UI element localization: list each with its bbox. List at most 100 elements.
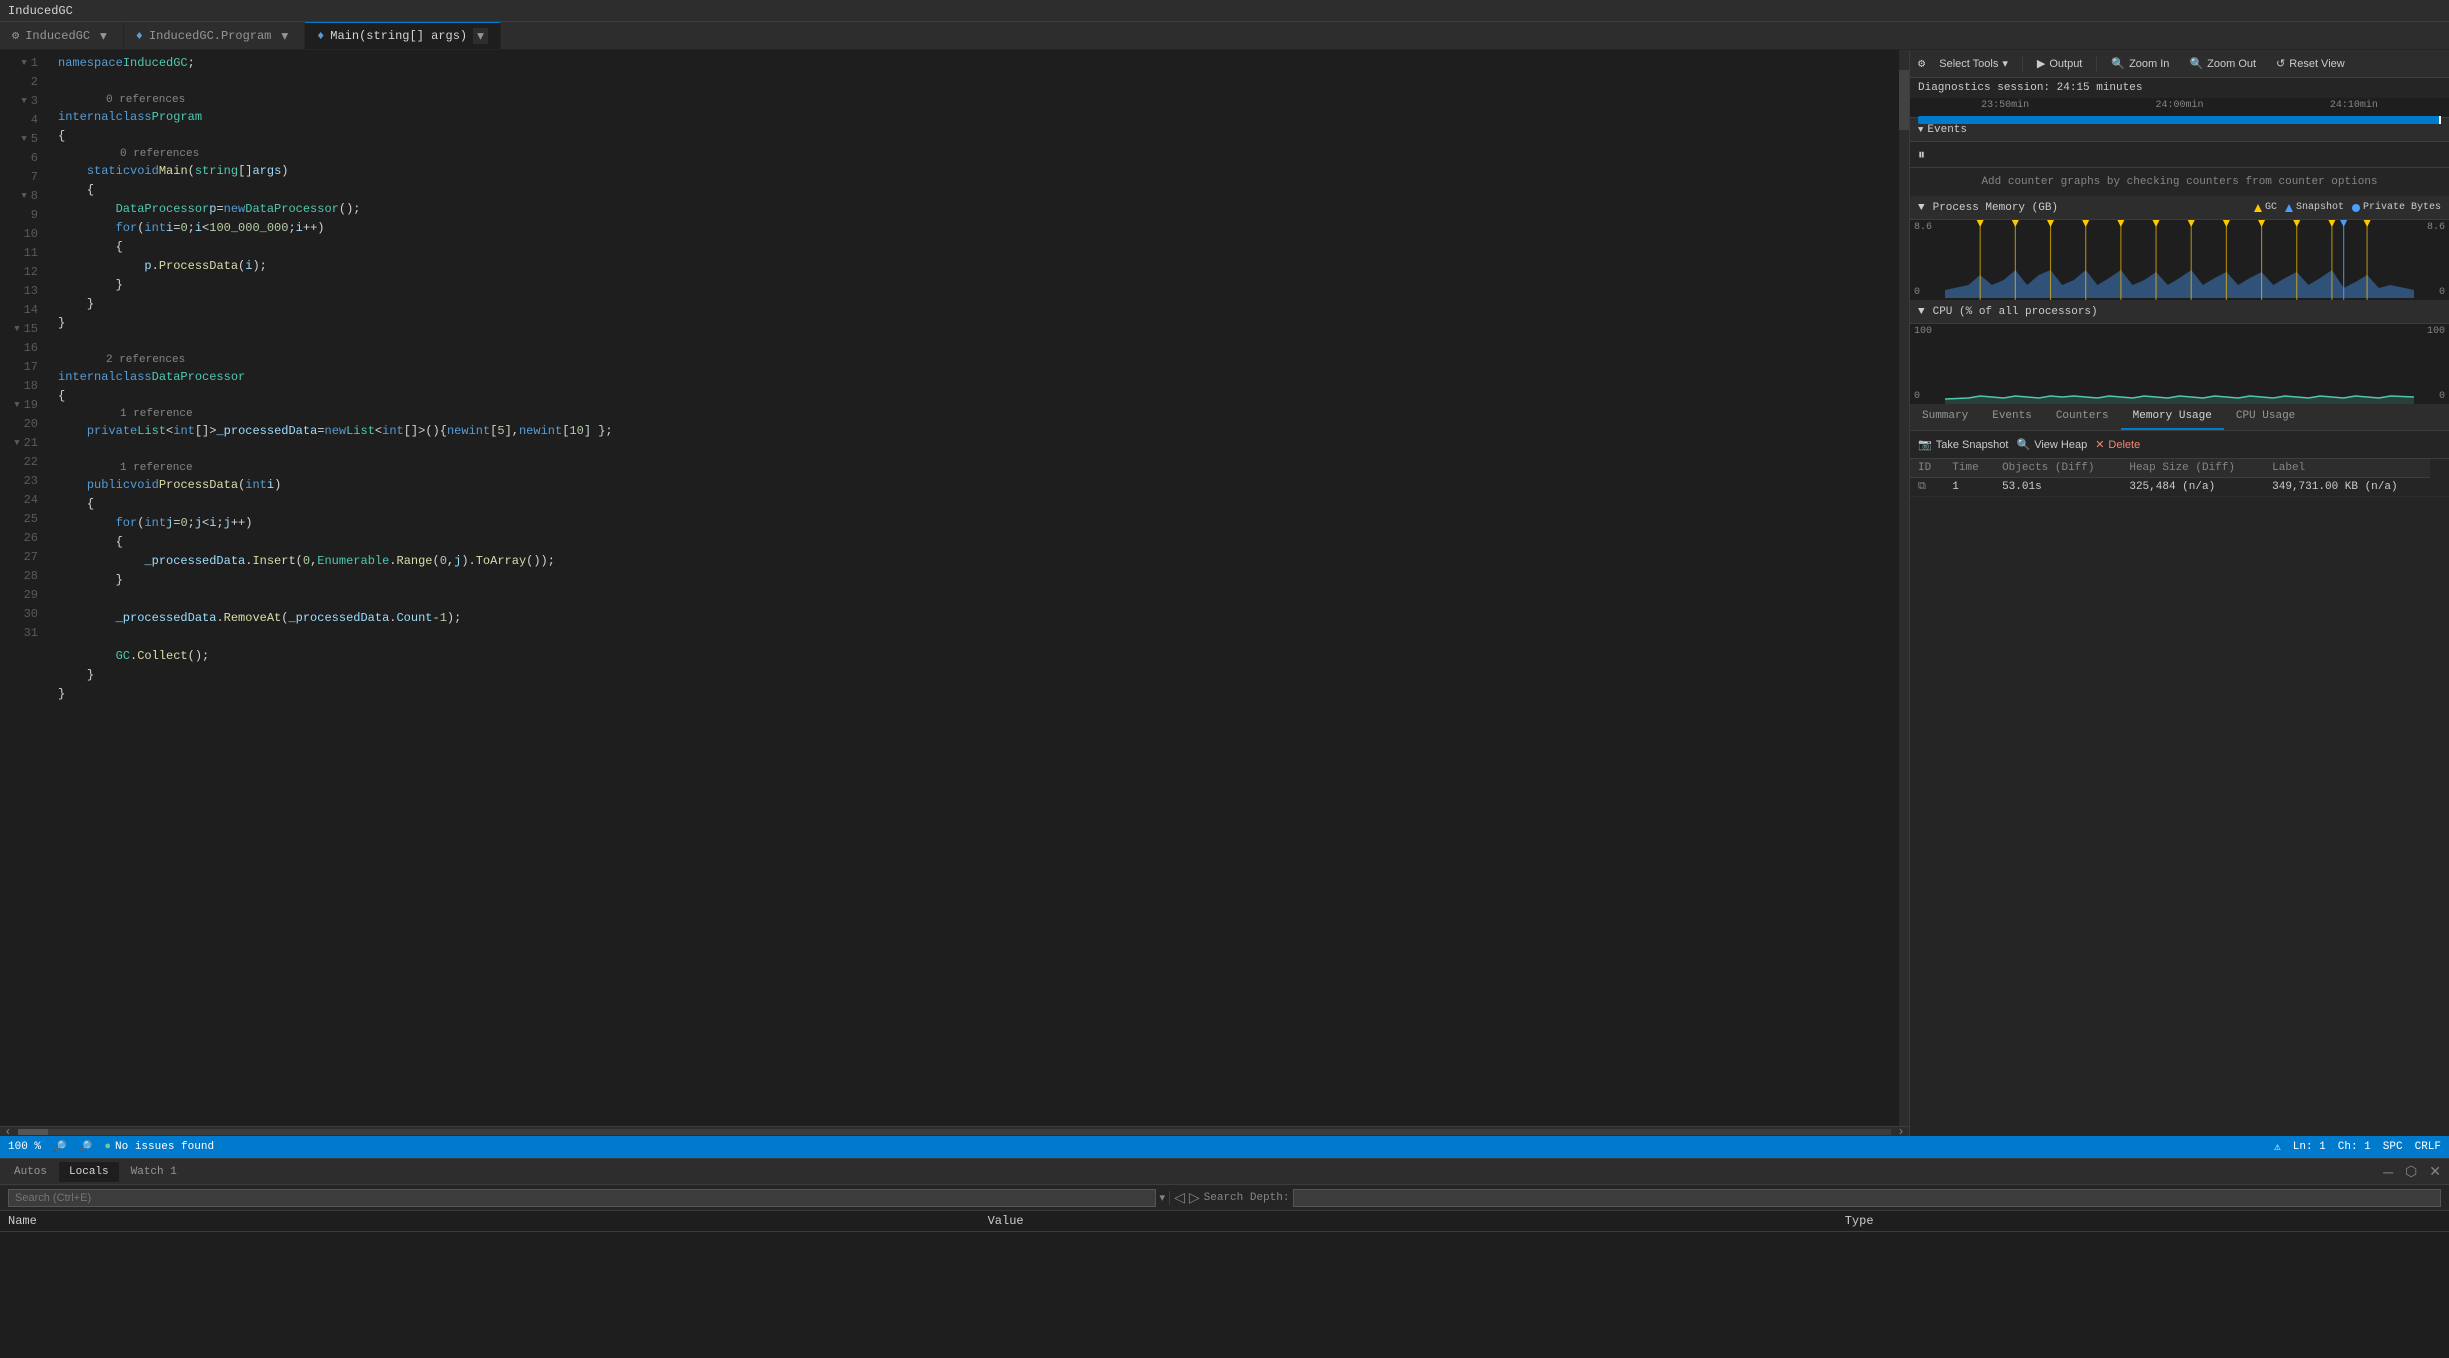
tab-autos[interactable]: Autos [4,1162,57,1182]
zoomout-icon: 🔍 [2189,57,2203,70]
depth-input[interactable] [1293,1189,2441,1207]
diag-session: Diagnostics session: 24:15 minutes [1910,78,2449,98]
view-heap-button[interactable]: 🔍 View Heap [2016,438,2087,451]
gear-icon: ⚙ [1918,56,1925,71]
hscroll-track[interactable] [18,1129,1891,1135]
timeline-cursor [2439,116,2441,124]
pause-button[interactable]: ⏸ [1918,146,1925,163]
gc-triangle-icon [2254,204,2262,212]
tab-watch-1[interactable]: Watch 1 [121,1162,187,1182]
scroll-right-btn[interactable]: › [1893,1125,1909,1137]
tab-memory-usage[interactable]: Memory Usage [2121,404,2224,430]
bp-minimize-button[interactable]: ─ [2379,1163,2397,1180]
bp-float-button[interactable]: ⬡ [2401,1163,2421,1180]
memory-y-labels-right: 8.6 0 [2414,220,2449,300]
zoom-in-button[interactable]: 🔍 Zoom In [2105,55,2175,72]
cpu-header: ▼ CPU (% of all processors) [1910,300,2449,324]
diag-timeline[interactable]: 23:50min 24:00min 24:10min [1910,98,2449,118]
take-snapshot-button[interactable]: 📷 Take Snapshot [1918,438,2008,451]
tab-cpu-usage[interactable]: CPU Usage [2224,404,2307,430]
search-input[interactable] [8,1189,1156,1207]
reset-icon: ↺ [2276,57,2285,70]
code-content: ▼1 2 ▼3 4 ▼5 6 7 ▼8 9 10 11 12 13 14 ▼15… [0,50,1909,1126]
code-line-18 [50,441,1899,460]
code-line-21: for (int j = 0; j < i; j++) [50,514,1899,533]
output-button[interactable]: ▶ Output [2031,55,2089,72]
code-line-11: } [50,276,1899,295]
bottom-panel: Autos Locals Watch 1 ─ ⬡ ✕ ▾ ◁ ▷ Search … [0,1158,2449,1358]
tab-bar: ⚙ InducedGC ▾ ♦ InducedGC.Program ▾ ♦ Ma… [0,22,2449,50]
editor-scrollbar[interactable] [1899,50,1909,1126]
code-line-ref-19: 1 reference [50,460,1899,476]
status-bar-sep-2: 🔎 [79,1140,93,1154]
hscroll-thumb[interactable] [18,1129,48,1135]
tab-icon-2: ♦ [136,29,143,43]
timeline-bar[interactable] [1918,116,2441,124]
cpu-chart[interactable]: 100 0 100 0 [1910,324,2449,404]
process-memory-section: ▼ Process Memory (GB) GC Snapshot [1910,196,2449,300]
code-line-5: static void Main(string[] args) [50,162,1899,181]
code-line-16: { [50,387,1899,406]
tab-inducedgc[interactable]: ⚙ InducedGC ▾ [0,22,124,49]
tab-summary[interactable]: Summary [1910,404,1980,430]
select-tools-button[interactable]: Select Tools ▾ [1933,55,2014,72]
snapshot-triangle-icon [2285,204,2293,212]
process-memory-header: ▼ Process Memory (GB) GC Snapshot [1910,196,2449,220]
search-options-button[interactable]: ▾ [1160,1191,1166,1204]
locals-table[interactable]: Name Value Type [0,1211,2449,1358]
code-lines[interactable]: namespace InducedGC; 0 references intern… [50,50,1899,1126]
line-col-status: Ln: 1 [2293,1140,2326,1154]
chart-legend: GC Snapshot Private Bytes [2254,202,2441,213]
nav-forward-button[interactable]: ▷ [1189,1189,1200,1206]
tab-events[interactable]: Events [1980,404,2044,430]
tab-counters[interactable]: Counters [2044,404,2121,430]
diagnostics-panel: ⚙ Select Tools ▾ ▶ Output 🔍 Zoom In 🔍 Zo… [1909,50,2449,1136]
code-line-20: { [50,495,1899,514]
tab-dropdown-1[interactable]: ▾ [96,28,111,44]
code-line-19: public void ProcessData(int i) [50,476,1899,495]
nav-back-button[interactable]: ◁ [1174,1189,1185,1206]
locals-header-row: Name Value Type [0,1211,2449,1232]
code-line-8: for (int i = 0; i < 100_000_000; i++) [50,219,1899,238]
code-line-4: { [50,127,1899,146]
cell-id: 1 [1944,478,1994,497]
process-memory-chart[interactable]: 8.6 0 [1910,220,2449,300]
memory-chart-canvas [1945,220,2414,300]
scrollbar-thumb[interactable] [1899,70,1909,130]
col-header-time: Time [1944,459,1994,478]
editor-hscrollbar[interactable]: ‹ › [0,1126,1909,1136]
tab-dropdown-2[interactable]: ▾ [277,28,292,44]
private-bytes-dot-icon [2352,204,2360,212]
tab-dropdown-3[interactable]: ▾ [473,28,488,44]
bottom-content: ▾ ◁ ▷ Search Depth: Name Value Type [0,1185,2449,1358]
cpu-y-labels-right: 100 0 [2414,324,2449,404]
table-header-row: ID Time Objects (Diff) Heap Size (Diff) … [1910,459,2449,478]
bottom-panel-tabs: Autos Locals Watch 1 ─ ⬡ ✕ [0,1159,2449,1185]
tab-program[interactable]: ♦ InducedGC.Program ▾ [124,22,305,49]
tab-locals[interactable]: Locals [59,1162,119,1182]
diag-toolbar: ⚙ Select Tools ▾ ▶ Output 🔍 Zoom In 🔍 Zo… [1910,50,2449,78]
events-section: ▼ Events ⏸ Add counter graphs by checkin… [1910,118,2449,196]
tab-main[interactable]: ♦ Main(string[] args) ▾ [305,22,501,49]
code-line-15: internal class DataProcessor [50,368,1899,387]
toolbar-separator-1 [2022,56,2023,72]
scroll-left-btn[interactable]: ‹ [0,1125,16,1137]
bp-close-button[interactable]: ✕ [2425,1163,2445,1180]
status-warning-icon: ⚠ [2274,1140,2281,1154]
view-heap-icon: 🔍 [2016,438,2030,451]
delete-icon: ✕ [2095,438,2104,451]
snapshot-table[interactable]: ID Time Objects (Diff) Heap Size (Diff) … [1910,459,2449,1136]
col-type-header: Type [1837,1211,2449,1232]
code-line-13: } [50,314,1899,333]
reset-view-button[interactable]: ↺ Reset View [2270,55,2351,72]
delete-snapshot-button[interactable]: ✕ Delete [2095,438,2140,451]
col-header-id: ID [1910,459,1944,478]
code-line-3: internal class Program [50,108,1899,127]
depth-label: Search Depth: [1204,1192,1290,1204]
zoom-out-button[interactable]: 🔍 Zoom Out [2183,55,2262,72]
ch-status: Ch: 1 [2338,1140,2371,1154]
diag-tabs: Summary Events Counters Memory Usage CPU… [1910,404,2449,431]
zoomin-icon: 🔍 [2111,57,2125,70]
status-bar-right: ⚠ Ln: 1 Ch: 1 SPC CRLF [2274,1140,2441,1154]
table-row[interactable]: ⧉ 1 53.01s 325,484 (n/a) 349,731.00 KB (… [1910,478,2449,497]
